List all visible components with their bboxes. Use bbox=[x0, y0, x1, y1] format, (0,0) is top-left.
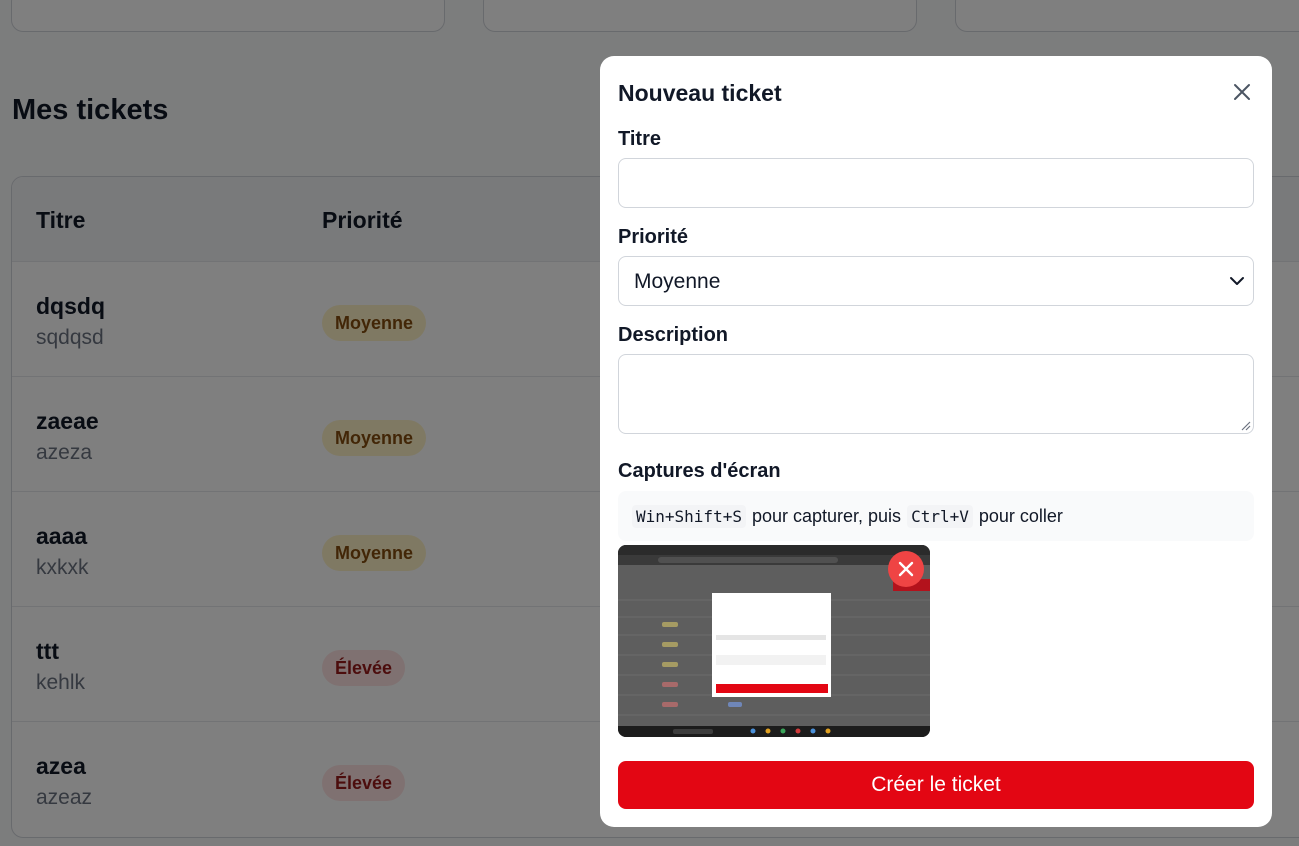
hint-text-paste: pour coller bbox=[978, 505, 1063, 526]
chevron-down-icon bbox=[1230, 277, 1244, 285]
resize-handle-icon[interactable] bbox=[1239, 419, 1251, 431]
close-icon bbox=[1234, 84, 1250, 100]
description-label: Description bbox=[618, 324, 729, 346]
create-ticket-button[interactable]: Créer le ticket bbox=[618, 761, 1254, 809]
close-button[interactable] bbox=[1230, 80, 1254, 104]
screenshot-thumbnail bbox=[618, 545, 930, 737]
title-label: Titre bbox=[618, 128, 661, 150]
shortcut-capture: Win+Shift+S bbox=[632, 504, 746, 528]
description-textarea[interactable] bbox=[618, 354, 1254, 434]
priority-label: Priorité bbox=[618, 226, 689, 248]
modal-title: Nouveau ticket bbox=[618, 80, 782, 106]
priority-select-value: Moyenne bbox=[634, 270, 721, 293]
remove-screenshot-button[interactable] bbox=[888, 551, 924, 587]
screenshot-hint: Win+Shift+S pour capturer, puis Ctrl+V p… bbox=[618, 491, 1254, 541]
new-ticket-modal: Nouveau ticket Titre Priorité Moyenne De… bbox=[600, 56, 1272, 827]
screenshot-preview-image bbox=[618, 545, 930, 737]
screenshots-label: Captures d'écran bbox=[618, 460, 781, 482]
priority-select[interactable]: Moyenne bbox=[618, 256, 1254, 306]
hint-text-capture: pour capturer, puis bbox=[751, 505, 902, 526]
close-icon bbox=[898, 561, 914, 577]
title-input[interactable] bbox=[618, 158, 1254, 208]
shortcut-paste: Ctrl+V bbox=[907, 504, 973, 528]
